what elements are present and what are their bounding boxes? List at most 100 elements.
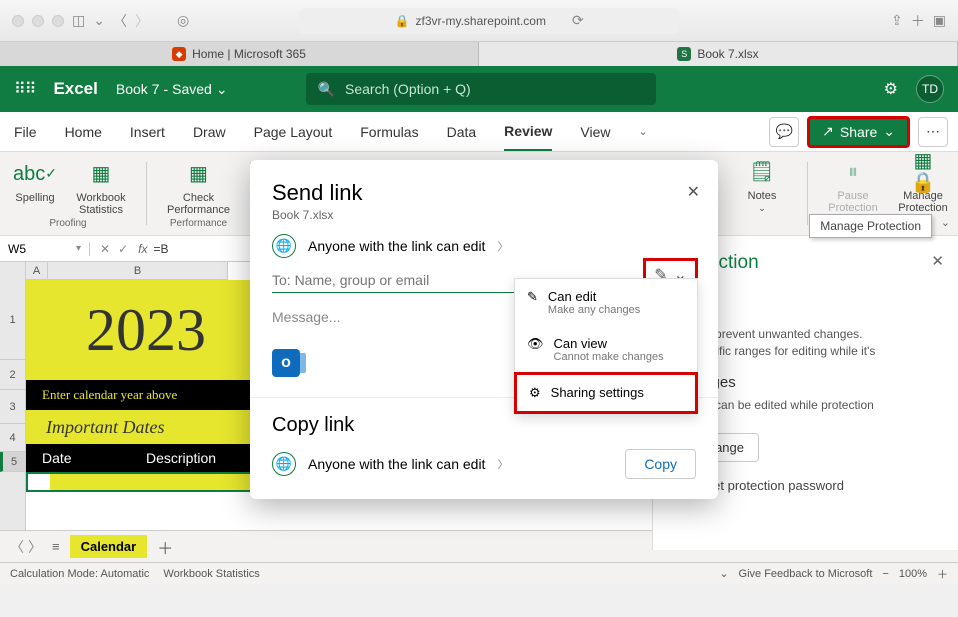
calc-mode[interactable]: Calculation Mode: Automatic: [10, 568, 149, 580]
scroll-right-icon[interactable]: 〉: [28, 537, 42, 557]
search-bar[interactable]: 🔍 Search (Option + Q): [306, 73, 656, 105]
comments-button[interactable]: 💬: [769, 117, 799, 147]
col-date: Date: [26, 450, 146, 466]
minimize-window[interactable]: [32, 15, 44, 27]
dialog-filename: Book 7.xlsx: [272, 208, 696, 222]
wb-stats-status[interactable]: Workbook Statistics: [163, 568, 259, 580]
globe-icon: 🌐: [272, 234, 296, 258]
zoom-in-icon[interactable]: ＋: [937, 566, 948, 582]
collapse-ribbon-icon[interactable]: ⌄: [941, 216, 950, 229]
spelling-button[interactable]: abc✓ Spelling: [10, 158, 60, 216]
comment-icon: 💬: [775, 123, 792, 140]
copy-link-settings[interactable]: Anyone with the link can edit: [308, 456, 485, 472]
add-sheet-icon[interactable]: ＋: [157, 535, 173, 559]
search-icon: 🔍: [318, 81, 335, 98]
option-can-view[interactable]: 👁 Can view Cannot make changes: [515, 326, 697, 373]
browser-tabs: ◆ Home | Microsoft 365 S Book 7.xlsx: [0, 42, 958, 66]
row-header-2[interactable]: 2: [0, 360, 25, 390]
copy-link-title: Copy link: [272, 414, 696, 437]
url-bar[interactable]: 🔒 zf3vr-my.sharepoint.com ⟳: [299, 8, 679, 34]
tab-page-layout[interactable]: Page Layout: [254, 114, 333, 150]
close-icon[interactable]: ✕: [931, 252, 944, 270]
browser-tab-m365[interactable]: ◆ Home | Microsoft 365: [0, 42, 479, 66]
enter-icon[interactable]: ✓: [118, 242, 128, 256]
tab-label: Home | Microsoft 365: [192, 47, 306, 61]
gear-icon[interactable]: ⚙: [884, 79, 898, 99]
copy-button[interactable]: Copy: [625, 449, 696, 479]
lock-icon: 🔒: [395, 14, 410, 28]
m365-icon: ◆: [172, 47, 186, 61]
row-header-3[interactable]: 3: [0, 390, 25, 424]
maximize-window[interactable]: [52, 15, 64, 27]
close-icon[interactable]: ✕: [687, 182, 700, 202]
workbook-stats-button[interactable]: ▦ Workbook Statistics: [76, 158, 126, 216]
avatar[interactable]: TD: [916, 75, 944, 103]
traffic-lights: [12, 15, 64, 27]
all-sheets-icon[interactable]: ≡: [52, 539, 60, 554]
scroll-left-icon[interactable]: 〈: [10, 537, 24, 557]
chevron-down-icon[interactable]: ⌄: [93, 12, 105, 29]
forward-icon: 〉: [135, 11, 149, 31]
document-name[interactable]: Book 7 - Saved ⌄: [116, 81, 228, 98]
col-desc: Description: [146, 450, 216, 466]
browser-chrome: ◫ ⌄ 〈 〉 ◎ 🔒 zf3vr-my.sharepoint.com ⟳ ⇪ …: [0, 0, 958, 42]
permission-menu: ✎ Can edit Make any changes 👁 Can view C…: [514, 278, 698, 414]
tab-review[interactable]: Review: [504, 113, 552, 151]
group-proofing: Proofing: [49, 218, 86, 229]
tab-home[interactable]: Home: [65, 114, 102, 150]
row-header-1[interactable]: 1: [0, 280, 25, 360]
fx-icon[interactable]: fx: [138, 242, 147, 256]
chevron-right-icon: 〉: [497, 238, 508, 254]
new-tab-icon[interactable]: ＋: [911, 11, 925, 31]
zoom-level: 100%: [899, 568, 927, 580]
tab-data[interactable]: Data: [447, 114, 477, 150]
feedback-link[interactable]: Give Feedback to Microsoft: [739, 568, 873, 580]
row-header-5[interactable]: 5: [0, 452, 25, 472]
app-launcher-icon[interactable]: ⠿⠿: [14, 79, 35, 99]
browser-tab-book7[interactable]: S Book 7.xlsx: [479, 42, 958, 66]
share-icon: ↗: [822, 123, 834, 140]
eye-icon: 👁: [527, 336, 544, 352]
tooltip-manage-protection: Manage Protection: [809, 214, 932, 238]
dialog-title: Send link: [272, 180, 696, 206]
zoom-out-icon[interactable]: −: [882, 568, 888, 580]
tab-label: Book 7.xlsx: [697, 47, 758, 61]
group-performance: Performance: [170, 218, 227, 229]
tab-view[interactable]: View: [580, 114, 610, 150]
formula-value[interactable]: =B: [153, 242, 168, 256]
notes-button[interactable]: 🗒 Notes ⌄: [737, 156, 787, 231]
chevron-down-icon[interactable]: ⌄: [719, 567, 728, 580]
share-icon[interactable]: ⇪: [891, 12, 903, 29]
check-performance-button[interactable]: ▦ Check Performance: [167, 158, 230, 216]
send-link-dialog: ✕ Send link Book 7.xlsx 🌐 Anyone with th…: [250, 160, 718, 499]
row-header-4[interactable]: 4: [0, 424, 25, 452]
tabs-icon[interactable]: ▣: [933, 12, 946, 29]
option-can-edit[interactable]: ✎ Can edit Make any changes: [515, 279, 697, 326]
back-icon[interactable]: 〈: [113, 11, 127, 31]
tab-file[interactable]: File: [14, 114, 37, 150]
share-button[interactable]: ↗ Share ⌄: [807, 116, 910, 148]
chevron-down-icon[interactable]: ⌄: [639, 115, 648, 148]
sidebar-icon[interactable]: ◫: [72, 12, 85, 29]
more-button[interactable]: ⋯: [918, 117, 948, 147]
name-box[interactable]: W5 ▾: [0, 242, 90, 256]
tab-formulas[interactable]: Formulas: [360, 114, 418, 150]
reload-icon[interactable]: ⟳: [572, 12, 584, 29]
option-sharing-settings[interactable]: ⚙ Sharing settings: [514, 372, 698, 414]
performance-icon: ▦: [182, 158, 214, 190]
outlook-icon[interactable]: o: [272, 349, 300, 377]
shield-icon[interactable]: ◎: [177, 12, 189, 29]
close-window[interactable]: [12, 15, 24, 27]
excel-file-icon: S: [677, 47, 691, 61]
excel-logo: Excel: [53, 79, 97, 99]
stats-icon: ▦: [85, 158, 117, 190]
chevron-down-icon: ⌄: [883, 123, 895, 140]
sheet-tab-calendar[interactable]: Calendar: [70, 535, 148, 558]
chevron-down-icon: ⌄: [216, 81, 228, 98]
cancel-icon[interactable]: ✕: [100, 242, 110, 256]
pencil-icon: ✎: [527, 289, 538, 305]
tab-insert[interactable]: Insert: [130, 114, 165, 150]
link-settings-row[interactable]: 🌐 Anyone with the link can edit 〉: [272, 234, 696, 258]
excel-header: ⠿⠿ Excel Book 7 - Saved ⌄ 🔍 Search (Opti…: [0, 66, 958, 112]
tab-draw[interactable]: Draw: [193, 114, 226, 150]
